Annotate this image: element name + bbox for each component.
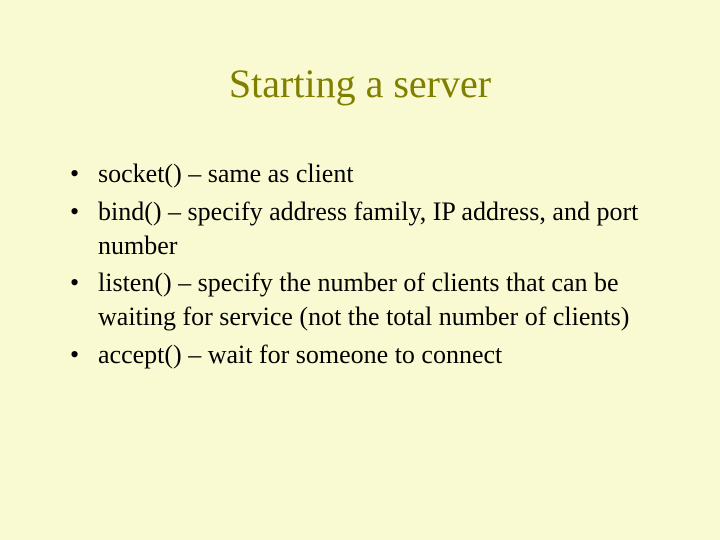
bullet-item: bind() – specify address family, IP addr… — [70, 195, 665, 263]
slide-title: Starting a server — [55, 60, 665, 107]
bullet-item: listen() – specify the number of clients… — [70, 266, 665, 334]
bullet-item: socket() – same as client — [70, 157, 665, 191]
slide-container: Starting a server socket() – same as cli… — [0, 0, 720, 540]
bullet-item: accept() – wait for someone to connect — [70, 338, 665, 372]
bullet-list: socket() – same as client bind() – speci… — [55, 157, 665, 372]
